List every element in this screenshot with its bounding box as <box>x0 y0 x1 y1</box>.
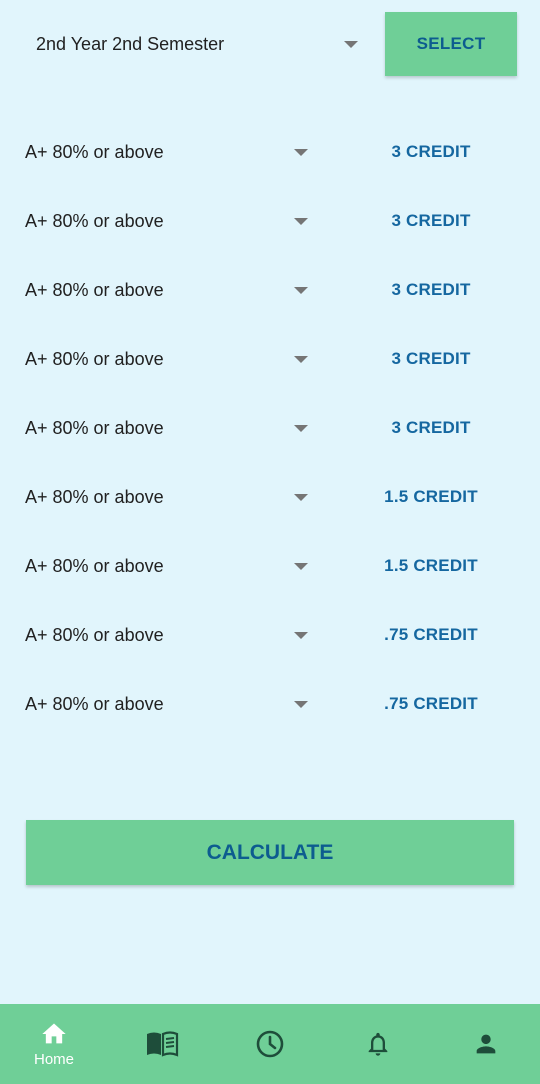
nav-item-notifications[interactable] <box>338 1004 418 1084</box>
credit-label: 3 CREDIT <box>391 142 471 161</box>
grade-dropdown[interactable]: A+ 80% or above <box>24 463 314 532</box>
course-row: A+ 80% or above 3 CREDIT <box>0 118 540 187</box>
chevron-down-icon <box>294 149 308 156</box>
credit-label: 3 CREDIT <box>391 280 471 299</box>
book-icon <box>147 1031 179 1057</box>
credit-label: 1.5 CREDIT <box>384 556 478 575</box>
grade-dropdown[interactable]: A+ 80% or above <box>24 256 314 325</box>
semester-dropdown-value: 2nd Year 2nd Semester <box>36 33 225 54</box>
credit-label: 3 CREDIT <box>391 349 471 368</box>
chevron-down-icon <box>294 494 308 501</box>
credit-label: 3 CREDIT <box>391 211 471 230</box>
chevron-down-icon <box>294 356 308 363</box>
course-row: A+ 80% or above .75 CREDIT <box>0 670 540 739</box>
course-row: A+ 80% or above 1.5 CREDIT <box>0 532 540 601</box>
grade-dropdown-value: A+ 80% or above <box>25 211 164 231</box>
grade-dropdown[interactable]: A+ 80% or above <box>24 394 314 463</box>
chevron-down-icon <box>294 701 308 708</box>
grade-dropdown[interactable]: A+ 80% or above <box>24 325 314 394</box>
chevron-down-icon <box>294 632 308 639</box>
chevron-down-icon <box>294 287 308 294</box>
grade-dropdown[interactable]: A+ 80% or above <box>24 118 314 187</box>
home-icon <box>42 1023 66 1044</box>
chevron-down-icon <box>294 563 308 570</box>
course-row: A+ 80% or above 3 CREDIT <box>0 325 540 394</box>
bottom-navigation: Home <box>0 1004 540 1084</box>
select-button[interactable]: SELECT <box>385 12 517 76</box>
nav-item-profile[interactable] <box>446 1004 526 1084</box>
grade-dropdown-value: A+ 80% or above <box>25 142 164 162</box>
nav-item-label: Home <box>33 1051 74 1068</box>
grade-dropdown-value: A+ 80% or above <box>25 349 164 369</box>
grade-dropdown-value: A+ 80% or above <box>25 487 164 507</box>
credit-label: 1.5 CREDIT <box>384 487 478 506</box>
clock-icon <box>256 1030 284 1058</box>
grade-dropdown-value: A+ 80% or above <box>25 556 164 576</box>
course-row: A+ 80% or above 3 CREDIT <box>0 256 540 325</box>
course-row: A+ 80% or above 3 CREDIT <box>0 187 540 256</box>
nav-item-home[interactable]: Home <box>14 1004 94 1084</box>
grade-dropdown[interactable]: A+ 80% or above <box>24 601 314 670</box>
credit-label: .75 CREDIT <box>384 694 478 713</box>
grade-dropdown-value: A+ 80% or above <box>25 418 164 438</box>
course-row: A+ 80% or above 3 CREDIT <box>0 394 540 463</box>
credit-label: .75 CREDIT <box>384 625 478 644</box>
nav-item-history[interactable] <box>230 1004 310 1084</box>
chevron-down-icon <box>294 218 308 225</box>
grade-dropdown-value: A+ 80% or above <box>25 625 164 645</box>
chevron-down-icon <box>294 425 308 432</box>
grade-dropdown-value: A+ 80% or above <box>25 694 164 714</box>
calculate-button[interactable]: CALCULATE <box>26 820 514 885</box>
grade-dropdown-value: A+ 80% or above <box>25 280 164 300</box>
semester-row: 2nd Year 2nd Semester SELECT <box>0 12 540 76</box>
course-list: A+ 80% or above 3 CREDIT A+ 80% or above… <box>0 118 540 739</box>
grade-dropdown[interactable]: A+ 80% or above <box>24 532 314 601</box>
grade-dropdown[interactable]: A+ 80% or above <box>24 187 314 256</box>
bell-icon <box>368 1032 388 1056</box>
semester-dropdown[interactable]: 2nd Year 2nd Semester <box>24 12 366 76</box>
course-row: A+ 80% or above .75 CREDIT <box>0 601 540 670</box>
course-row: A+ 80% or above 1.5 CREDIT <box>0 463 540 532</box>
credit-label: 3 CREDIT <box>391 418 471 437</box>
chevron-down-icon <box>344 41 358 48</box>
person-icon <box>476 1034 496 1054</box>
nav-item-book[interactable] <box>122 1004 202 1084</box>
grade-dropdown[interactable]: A+ 80% or above <box>24 670 314 739</box>
